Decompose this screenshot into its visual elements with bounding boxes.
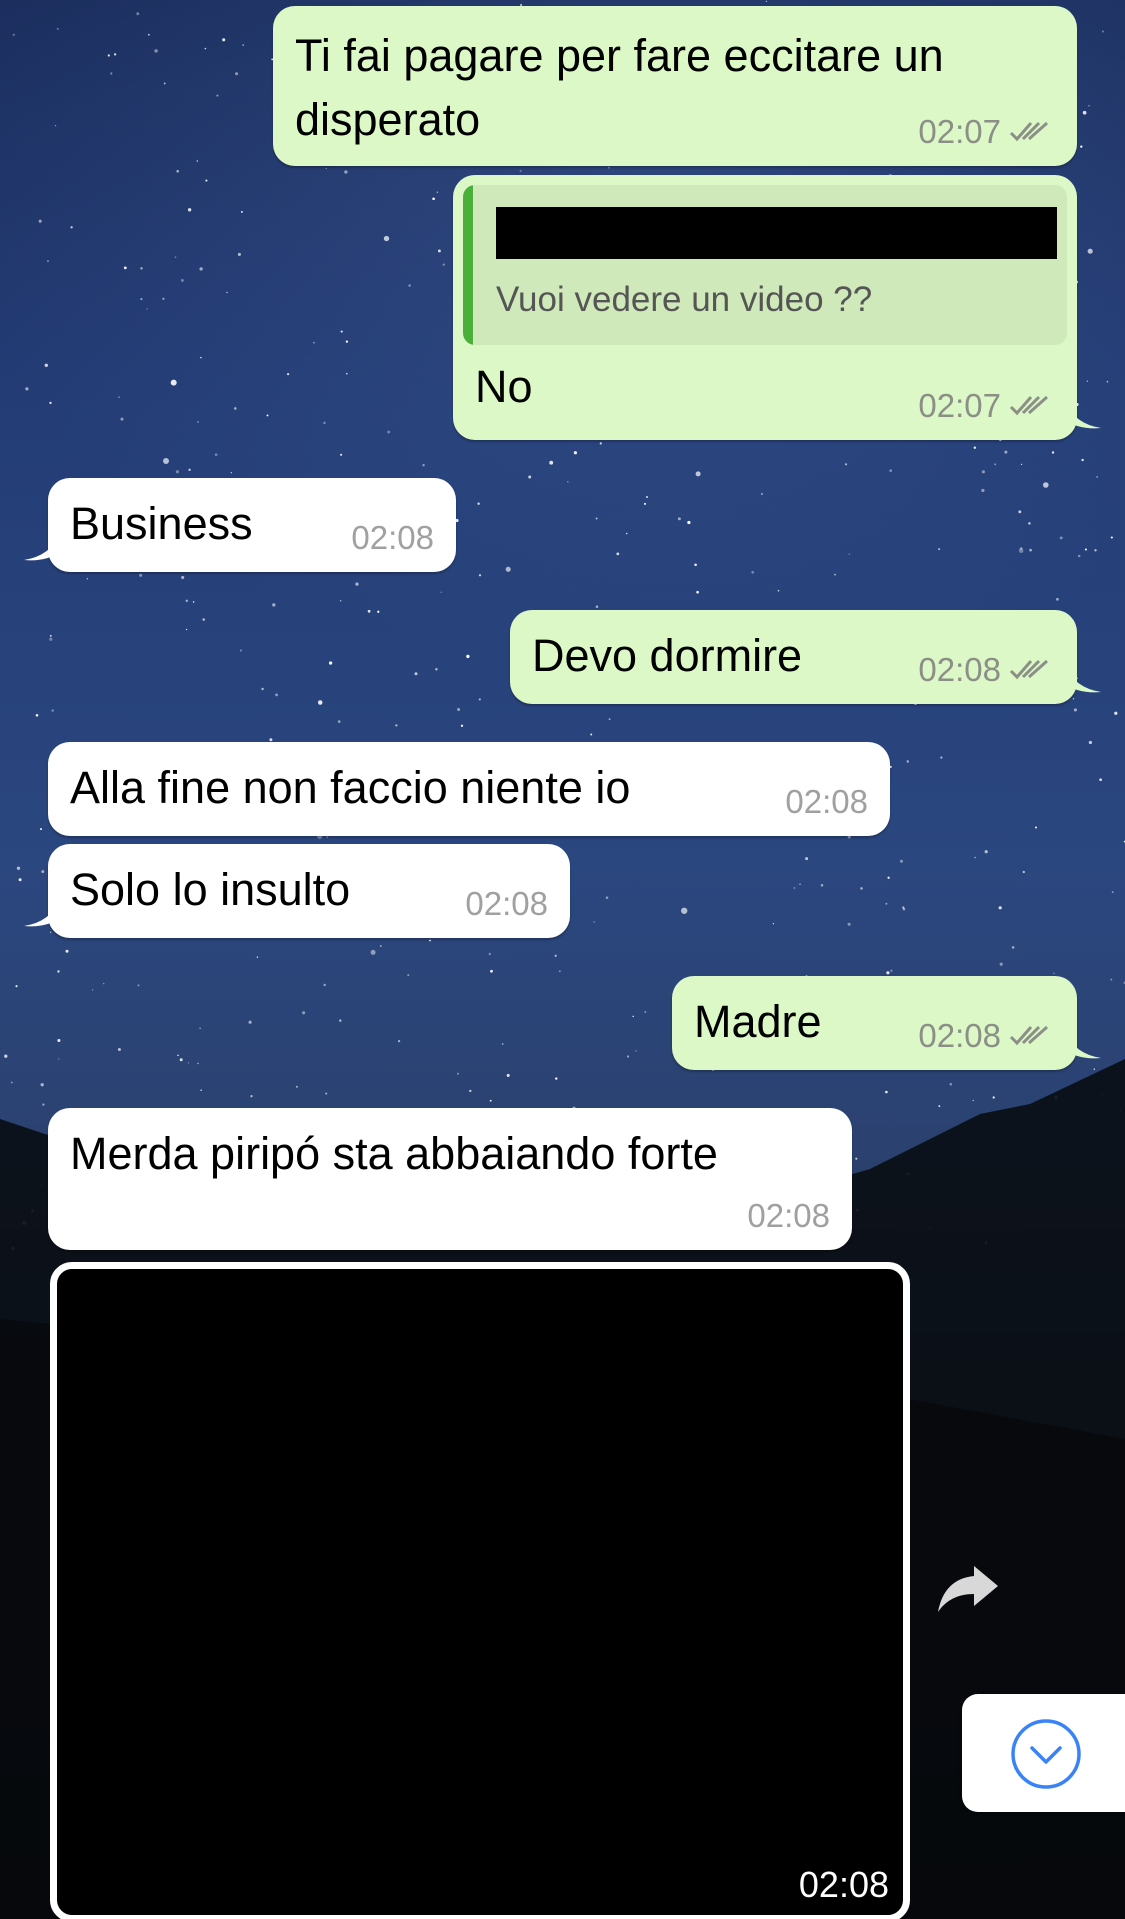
reply-quote[interactable]: Vuoi vedere un video ?? bbox=[463, 185, 1067, 345]
message-text: No bbox=[475, 361, 533, 412]
reply-quote-text: Vuoi vedere un video ?? bbox=[496, 280, 873, 319]
message-bubble[interactable]: Merda piripó sta abbaiando forte 02:08 bbox=[48, 1108, 852, 1250]
message-text: Madre bbox=[694, 996, 822, 1047]
message-text: Business bbox=[70, 498, 253, 549]
message-meta: 02:08 bbox=[351, 518, 434, 558]
double-check-icon bbox=[1009, 1025, 1048, 1046]
double-check-icon bbox=[1009, 395, 1048, 416]
message-text: Alla fine non faccio niente io bbox=[70, 762, 631, 813]
message-time: 02:08 bbox=[785, 783, 868, 820]
scroll-to-bottom-button[interactable] bbox=[962, 1694, 1125, 1812]
bubble-tail bbox=[24, 534, 60, 561]
bubble-tail bbox=[1065, 402, 1101, 429]
bubble-tail bbox=[24, 900, 60, 927]
message-bubble[interactable]: Business 02:08 bbox=[24, 478, 456, 572]
message-bubble[interactable]: Solo lo insulto 02:08 bbox=[24, 844, 570, 938]
message-meta: 02:07 bbox=[918, 112, 1055, 152]
message-time: 02:07 bbox=[918, 387, 1001, 424]
message-meta: 02:08 bbox=[747, 1196, 830, 1236]
message-text: Merda piripó sta abbaiando forte bbox=[70, 1128, 718, 1179]
forward-arrow-icon[interactable] bbox=[936, 1560, 1000, 1616]
chevron-down-circle-icon bbox=[1011, 1719, 1081, 1789]
message-meta: 02:08 bbox=[918, 1016, 1055, 1056]
message-bubble[interactable]: Madre 02:08 bbox=[672, 976, 1101, 1070]
message-bubble[interactable]: Vuoi vedere un video ?? No 02:07 bbox=[453, 175, 1101, 440]
bubble-tail bbox=[1065, 1032, 1101, 1059]
message-text: Solo lo insulto bbox=[70, 864, 351, 915]
message-time: 02:08 bbox=[918, 1017, 1001, 1054]
message-time: 02:08 bbox=[918, 651, 1001, 688]
message-meta: 02:07 bbox=[918, 386, 1055, 426]
reply-bar bbox=[463, 185, 473, 345]
message-bubble[interactable]: Devo dormire 02:08 bbox=[510, 610, 1101, 704]
bubble-tail bbox=[1065, 666, 1101, 693]
message-meta: 02:08 bbox=[918, 650, 1055, 690]
message-meta: 02:08 bbox=[465, 884, 548, 924]
message-time: 02:08 bbox=[351, 519, 434, 556]
redacted-sender bbox=[496, 207, 1057, 259]
message-time: 02:08 bbox=[798, 1864, 889, 1905]
message-bubble[interactable]: Ti fai pagare per fare eccitare un dispe… bbox=[273, 6, 1077, 166]
message-text: Devo dormire bbox=[532, 630, 803, 681]
double-check-icon bbox=[1009, 121, 1048, 142]
message-time: 02:08 bbox=[747, 1197, 830, 1234]
message-time: 02:08 bbox=[465, 885, 548, 922]
double-check-icon bbox=[1009, 659, 1048, 680]
message-meta: 02:08 bbox=[785, 782, 868, 822]
message-time: 02:07 bbox=[918, 113, 1001, 150]
chat-view[interactable]: Ti fai pagare per fare eccitare un dispe… bbox=[0, 0, 1125, 1919]
message-bubble[interactable]: Alla fine non faccio niente io 02:08 bbox=[48, 742, 890, 836]
media-message[interactable]: 02:08 bbox=[50, 1262, 910, 1919]
